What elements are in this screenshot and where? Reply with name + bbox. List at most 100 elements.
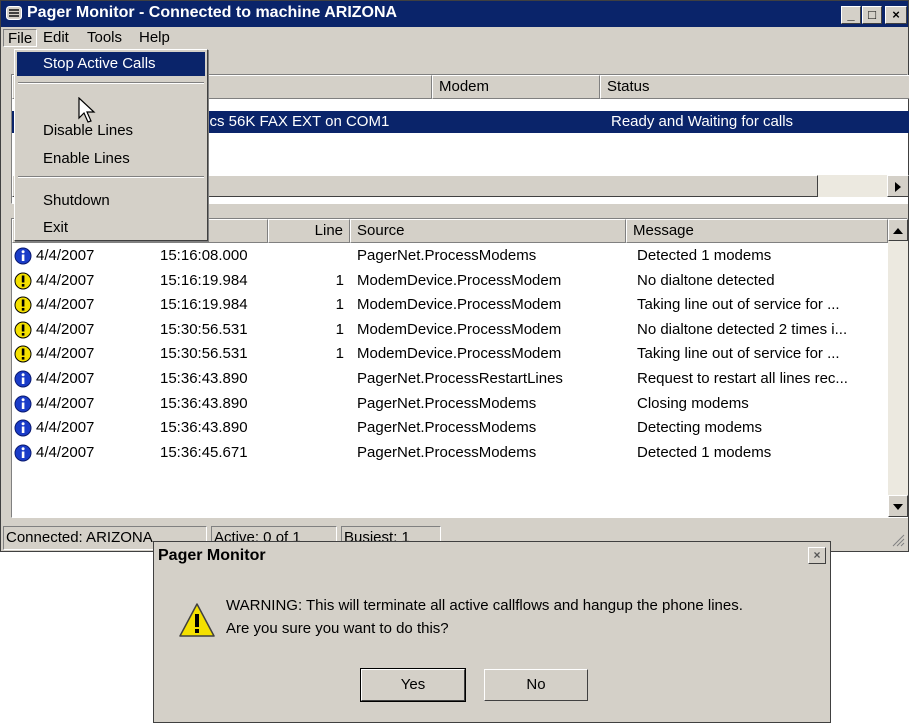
log-cell-source: PagerNet.ProcessRestartLines: [357, 370, 563, 387]
log-cell-date: 4/4/2007: [36, 247, 95, 264]
lines-cell-modem: tics 56K FAX EXT on COM1: [202, 113, 390, 130]
close-button[interactable]: ×: [885, 6, 907, 24]
log-cell-source: ModemDevice.ProcessModem: [357, 271, 562, 289]
log-cell-date: 4/4/2007: [36, 394, 95, 412]
log-cell-line: 1: [335, 345, 344, 363]
lines-cell-status: Ready and Waiting for calls: [611, 113, 794, 130]
menu-item-exit[interactable]: Exit: [17, 216, 205, 240]
log-cell-line: 1: [335, 296, 344, 314]
dialog-title-bar[interactable]: Pager Monitor ×: [154, 542, 830, 570]
warning-icon: [14, 345, 32, 363]
menu-file[interactable]: File: [3, 29, 38, 47]
info-icon: [14, 370, 32, 388]
log-cell-line: 1: [335, 320, 344, 338]
arrow-right-icon: [895, 182, 901, 192]
lines-header-status[interactable]: Status: [600, 75, 909, 99]
log-header-line[interactable]: Line: [268, 219, 350, 243]
menu-item-disable-lines[interactable]: Disable Lines: [17, 119, 205, 143]
log-cell-message: Taking line out of service for ...: [637, 345, 840, 363]
warning-icon: [14, 321, 32, 339]
log-cell-time: 15:36:43.890: [160, 394, 248, 412]
log-row[interactable]: 4/4/2007 15:30:56.531 1 ModemDevice.Process…: [12, 318, 888, 343]
warning-icon: [14, 272, 32, 290]
log-cell-time: 15:36:45.671: [160, 443, 248, 461]
dialog-message-line1: WARNING: This will terminate all active …: [226, 597, 743, 614]
menu-tools[interactable]: Tools: [83, 29, 126, 47]
log-row[interactable]: 4/4/2007 15:36:43.890 PagerNet.ProcessRest…: [12, 367, 888, 392]
log-cell-message: No dialtone detected: [637, 271, 775, 289]
log-cell-source: PagerNet.ProcessModems: [357, 419, 537, 437]
dialog-message-line2: Are you sure you want to do this?: [226, 620, 449, 637]
log-cell-time: 15:16:08.000: [160, 247, 248, 264]
arrow-down-icon: [893, 504, 903, 510]
maximize-icon: □: [868, 7, 876, 22]
minimize-button[interactable]: _: [841, 6, 861, 24]
menu-separator: [18, 82, 204, 84]
minimize-icon: _: [847, 7, 855, 22]
resize-grip-icon[interactable]: [891, 533, 905, 547]
log-cell-date: 4/4/2007: [36, 296, 95, 314]
maximize-button[interactable]: □: [862, 6, 882, 24]
log-cell-message: Taking line out of service for ...: [637, 296, 840, 314]
log-cell-time: 15:30:56.531: [160, 320, 248, 338]
log-list: Line Source Message 4/4/2007 15:16:08.000…: [11, 218, 908, 518]
close-icon: ×: [892, 7, 900, 22]
log-cell-time: 15:16:19.984: [160, 271, 248, 289]
log-cell-date: 4/4/2007: [36, 443, 95, 461]
warning-icon: [14, 296, 32, 314]
log-row[interactable]: 4/4/2007 15:16:19.984 1 ModemDevice.Process…: [12, 293, 888, 318]
log-row[interactable]: 4/4/2007 15:36:45.671 PagerNet.ProcessMode…: [12, 441, 888, 466]
scroll-down-button[interactable]: [888, 495, 908, 517]
mouse-cursor-icon: [78, 97, 96, 123]
log-cell-source: ModemDevice.ProcessModem: [357, 345, 562, 363]
confirm-dialog: Pager Monitor × WARNING: This will termi…: [153, 541, 831, 723]
log-cell-message: No dialtone detected 2 times i...: [637, 320, 848, 338]
scroll-right-button[interactable]: [887, 175, 909, 197]
menu-edit[interactable]: Edit: [39, 29, 73, 47]
yes-button[interactable]: Yes: [360, 668, 466, 702]
log-cell-message: Request to restart all lines rec...: [637, 370, 848, 387]
log-cell-time: 15:36:43.890: [160, 419, 248, 437]
menu-item-enable-lines[interactable]: Enable Lines: [17, 147, 205, 171]
log-cell-line: 1: [335, 271, 344, 289]
log-row[interactable]: 4/4/2007 15:36:43.890 PagerNet.ProcessMode…: [12, 416, 888, 441]
log-row[interactable]: 4/4/2007 15:16:08.000 PagerNet.ProcessMode…: [12, 244, 888, 269]
log-cell-source: ModemDevice.ProcessModem: [357, 320, 562, 338]
menu-help[interactable]: Help: [135, 29, 174, 47]
log-row[interactable]: 4/4/2007 15:30:56.531 1 ModemDevice.Process…: [12, 342, 888, 367]
file-menu-dropdown: Stop Active Calls Disable Lines Enable L…: [14, 49, 208, 241]
dialog-close-button[interactable]: ×: [808, 547, 826, 564]
log-cell-source: ModemDevice.ProcessModem: [357, 296, 562, 314]
log-vscrollbar[interactable]: [888, 219, 908, 517]
log-cell-time: 15:36:43.890: [160, 370, 248, 387]
info-icon: [14, 247, 32, 265]
log-row[interactable]: 4/4/2007 15:36:43.890 PagerNet.ProcessMode…: [12, 392, 888, 417]
log-header-message[interactable]: Message: [626, 219, 888, 243]
log-cell-source: PagerNet.ProcessModems: [357, 443, 537, 461]
log-cell-message: Closing modems: [637, 394, 749, 412]
dialog-title: Pager Monitor: [158, 547, 266, 564]
menu-bar: File Edit Tools Help: [1, 27, 908, 49]
log-cell-date: 4/4/2007: [36, 345, 95, 363]
arrow-up-icon: [893, 228, 903, 234]
info-icon: [14, 444, 32, 462]
warning-icon: [179, 603, 215, 637]
info-icon: [14, 395, 32, 413]
title-bar[interactable]: Pager Monitor - Connected to machine ARI…: [1, 1, 908, 27]
app-icon: [6, 6, 22, 20]
close-icon: ×: [813, 548, 821, 562]
log-cell-message: Detected 1 modems: [637, 443, 772, 461]
log-row[interactable]: 4/4/2007 15:16:19.984 1 ModemDevice.Process…: [12, 269, 888, 294]
menu-item-shutdown[interactable]: Shutdown: [17, 189, 205, 213]
scroll-up-button[interactable]: [888, 219, 908, 241]
log-header-source[interactable]: Source: [350, 219, 626, 243]
log-cell-time: 15:16:19.984: [160, 296, 248, 314]
log-cell-source: PagerNet.ProcessModems: [357, 247, 537, 264]
lines-header-modem[interactable]: Modem: [432, 75, 600, 99]
log-cell-date: 4/4/2007: [36, 320, 95, 338]
window-title: Pager Monitor - Connected to machine ARI…: [27, 4, 398, 21]
menu-item-stop-active-calls[interactable]: Stop Active Calls: [17, 52, 205, 76]
info-icon: [14, 419, 32, 437]
log-cell-time: 15:30:56.531: [160, 345, 248, 363]
no-button[interactable]: No: [484, 669, 588, 701]
